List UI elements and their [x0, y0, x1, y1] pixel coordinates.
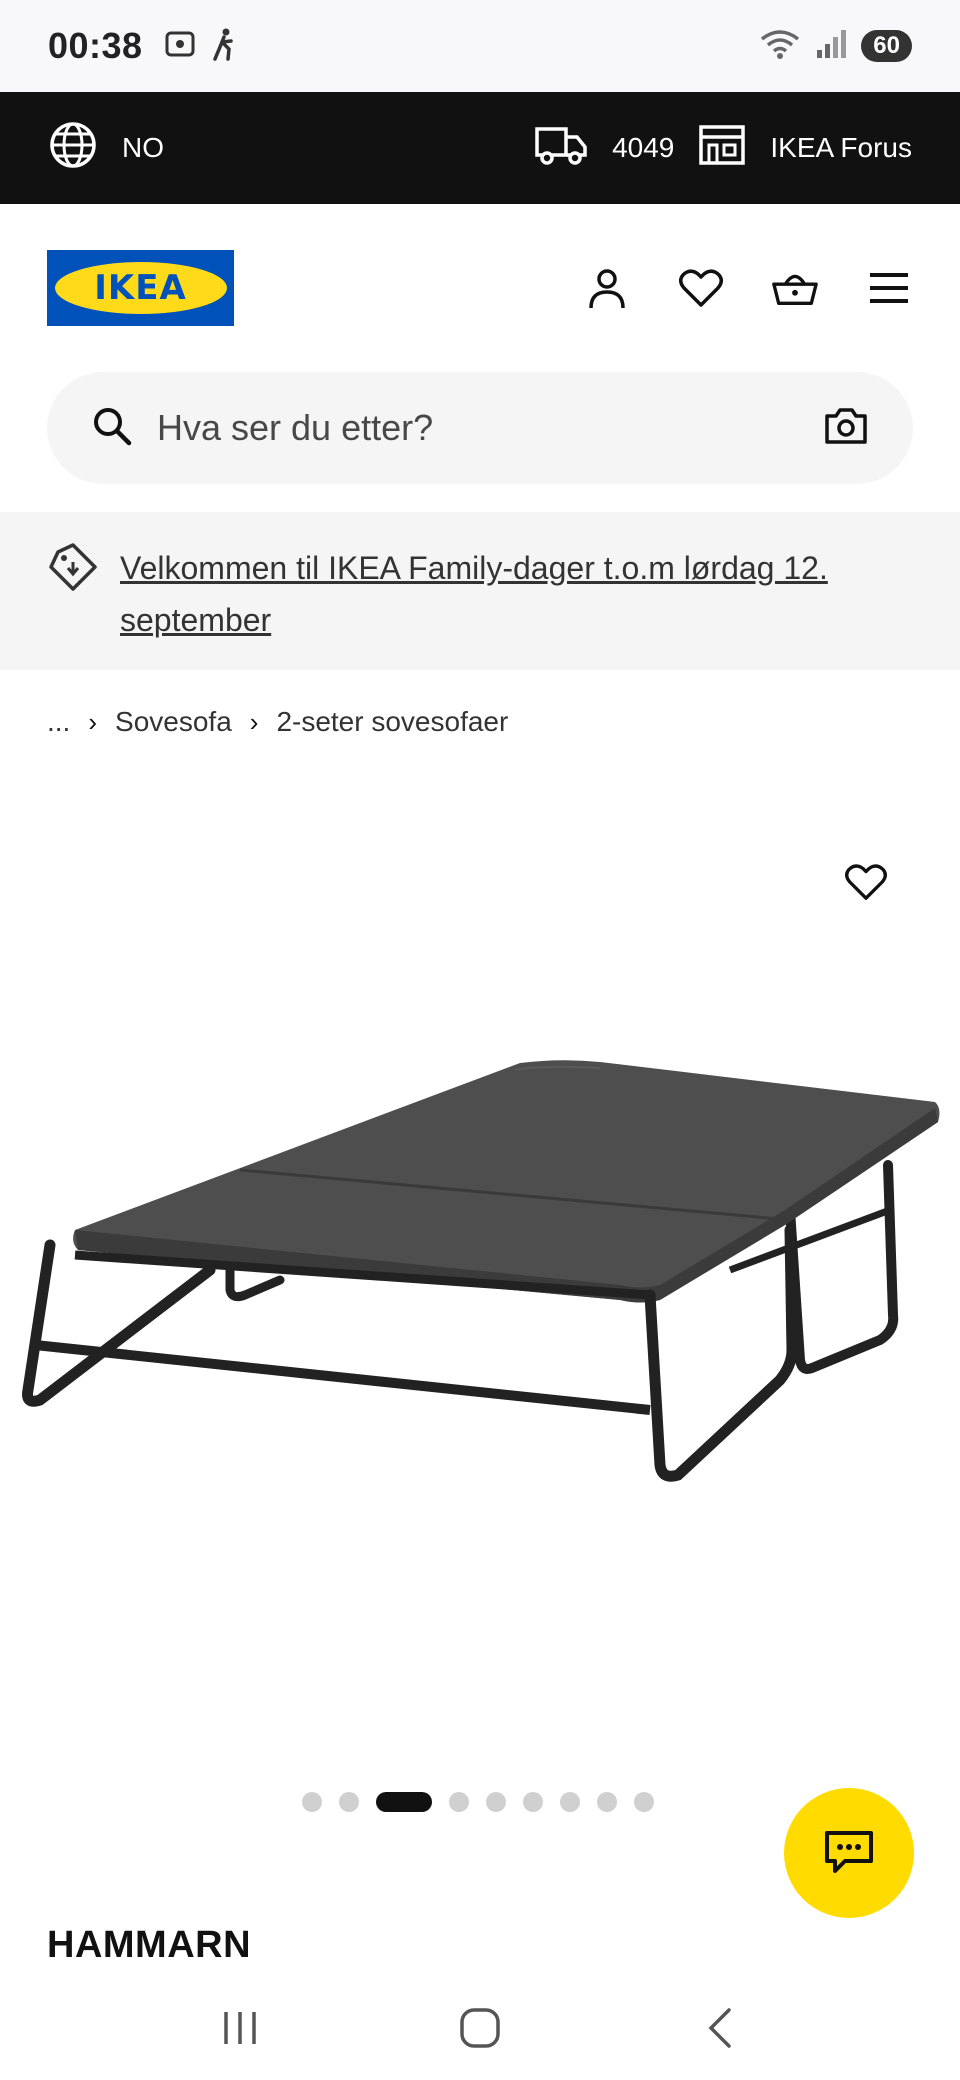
store-label: IKEA Forus	[770, 132, 912, 163]
product-name: HAMMARN	[47, 1924, 252, 1966]
breadcrumb-sovesofa[interactable]: Sovesofa	[115, 706, 232, 738]
promo-link[interactable]: Velkommen til IKEA Family-dager t.o.m lø…	[120, 542, 912, 646]
back-button[interactable]	[680, 1998, 760, 2058]
search-icon	[91, 405, 133, 452]
basket-icon[interactable]	[771, 264, 819, 312]
product-image[interactable]	[0, 800, 960, 1760]
battery-indicator: 60	[861, 30, 912, 62]
status-time: 00:38	[48, 25, 143, 66]
top-bar: NO 4049 IKEA Forus	[0, 92, 960, 204]
truck-icon	[534, 123, 588, 174]
carousel-dot[interactable]	[449, 1792, 469, 1812]
walking-icon	[209, 27, 239, 66]
screenshot-icon	[163, 27, 197, 66]
logo-text: IKEA	[94, 268, 187, 308]
profile-icon[interactable]	[583, 264, 631, 312]
header: IKEA	[0, 204, 960, 372]
postcode-label: 4049	[612, 132, 675, 163]
carousel-dot[interactable]	[302, 1792, 322, 1812]
store-selector[interactable]: IKEA Forus	[698, 123, 912, 174]
carousel-dot[interactable]	[486, 1792, 506, 1812]
chat-button[interactable]	[784, 1788, 914, 1918]
breadcrumb-2-seter[interactable]: 2-seter sovesofaer	[276, 706, 508, 738]
store-icon	[698, 123, 746, 174]
breadcrumb: ... › Sovesofa › 2-seter sovesofaer	[47, 700, 508, 744]
recent-apps-button[interactable]	[200, 1998, 280, 2058]
chevron-right-icon: ›	[249, 706, 259, 737]
carousel-dot[interactable]	[560, 1792, 580, 1812]
delivery-postcode[interactable]: 4049	[534, 123, 674, 174]
carousel-dot-active[interactable]	[376, 1792, 432, 1812]
globe-icon	[48, 120, 98, 177]
tag-icon	[48, 542, 98, 597]
chat-icon	[823, 1827, 875, 1880]
carousel-dot[interactable]	[339, 1792, 359, 1812]
ikea-logo[interactable]: IKEA	[47, 250, 234, 326]
menu-icon[interactable]	[865, 264, 913, 312]
heart-icon[interactable]	[677, 264, 725, 312]
language-selector[interactable]: NO	[48, 120, 164, 177]
search-input[interactable]	[157, 407, 823, 449]
chevron-right-icon: ›	[88, 706, 98, 737]
camera-icon[interactable]	[823, 406, 869, 451]
carousel-dot[interactable]	[634, 1792, 654, 1812]
breadcrumb-ellipsis[interactable]: ...	[47, 706, 70, 738]
system-nav-bar	[0, 1976, 960, 2080]
signal-icon	[815, 28, 847, 65]
image-carousel-dots	[302, 1792, 654, 1812]
language-label: NO	[122, 132, 164, 163]
search-bar[interactable]	[47, 372, 913, 484]
status-bar: 00:38 60	[0, 0, 960, 92]
home-button[interactable]	[440, 1998, 520, 2058]
carousel-dot[interactable]	[523, 1792, 543, 1812]
carousel-dot[interactable]	[597, 1792, 617, 1812]
promo-banner[interactable]: Velkommen til IKEA Family-dager t.o.m lø…	[0, 512, 960, 670]
wifi-icon	[759, 28, 801, 65]
